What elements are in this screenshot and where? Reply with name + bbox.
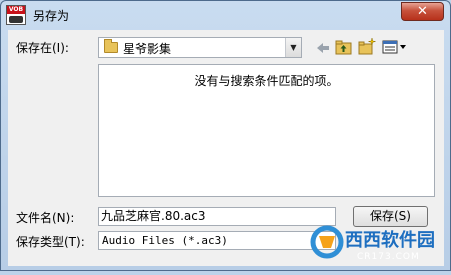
close-button[interactable]: ✕ xyxy=(401,2,444,21)
new-folder-button[interactable] xyxy=(358,37,376,55)
window-title: 另存为 xyxy=(33,9,70,23)
up-folder-icon xyxy=(335,40,352,55)
up-folder-button[interactable] xyxy=(335,38,353,56)
file-type-dropdown[interactable]: Audio Files (*.ac3) xyxy=(98,231,336,250)
watermark-url: CR173.COM xyxy=(357,252,420,262)
view-menu-icon xyxy=(382,40,406,54)
file-type-label: 保存类型(T): xyxy=(16,235,85,249)
file-list[interactable]: 没有与搜索条件匹配的项。 xyxy=(98,64,435,197)
watermark-logo: 西西软件园 CR173.COM xyxy=(305,222,451,272)
save-in-value: 星爷影集 xyxy=(123,42,172,56)
watermark-brand: 西西软件园 xyxy=(345,230,435,251)
back-button[interactable] xyxy=(314,39,332,57)
file-type-value: Audio Files (*.ac3) xyxy=(102,234,228,247)
app-icon-label: VOB xyxy=(7,6,25,14)
back-arrow-icon xyxy=(317,43,329,53)
view-menu-button[interactable] xyxy=(382,38,410,56)
folder-icon xyxy=(104,39,118,53)
file-name-label: 文件名(N): xyxy=(16,211,75,225)
empty-list-message: 没有与搜索条件匹配的项。 xyxy=(194,74,339,88)
file-name-input[interactable]: 九品芝麻官.80.ac3 xyxy=(98,207,336,226)
save-as-dialog: VOB 另存为 ✕ 保存在(I): 星爷影集 ▼ 没有与搜索条件匹配的项。 文件… xyxy=(0,0,451,271)
chevron-down-icon[interactable]: ▼ xyxy=(285,38,301,57)
app-icon-base xyxy=(9,16,23,23)
title-bar: VOB 另存为 ✕ xyxy=(1,1,450,29)
new-folder-icon xyxy=(358,37,376,55)
save-in-dropdown[interactable]: 星爷影集 ▼ xyxy=(98,37,302,58)
app-icon: VOB xyxy=(6,5,26,25)
save-in-label: 保存在(I): xyxy=(16,41,69,55)
